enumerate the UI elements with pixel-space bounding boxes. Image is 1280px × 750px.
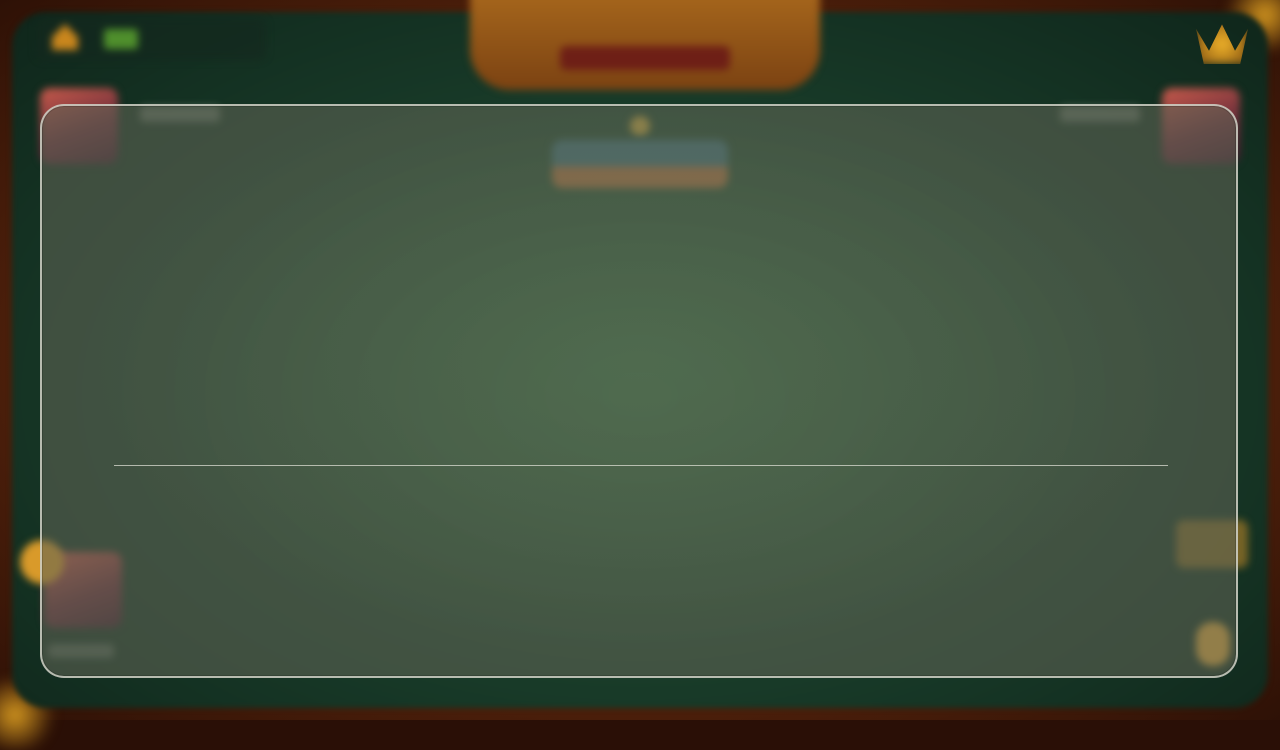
modal-dialog: [40, 104, 1238, 678]
dialog-divider: [114, 465, 1168, 466]
banner-strip: [560, 46, 730, 70]
home-icon[interactable]: [52, 24, 78, 50]
top-left-toolbar: [36, 18, 266, 60]
cash-icon[interactable]: [104, 29, 138, 49]
top-center-banner: [470, 0, 820, 90]
dialog-background: [42, 106, 1236, 676]
